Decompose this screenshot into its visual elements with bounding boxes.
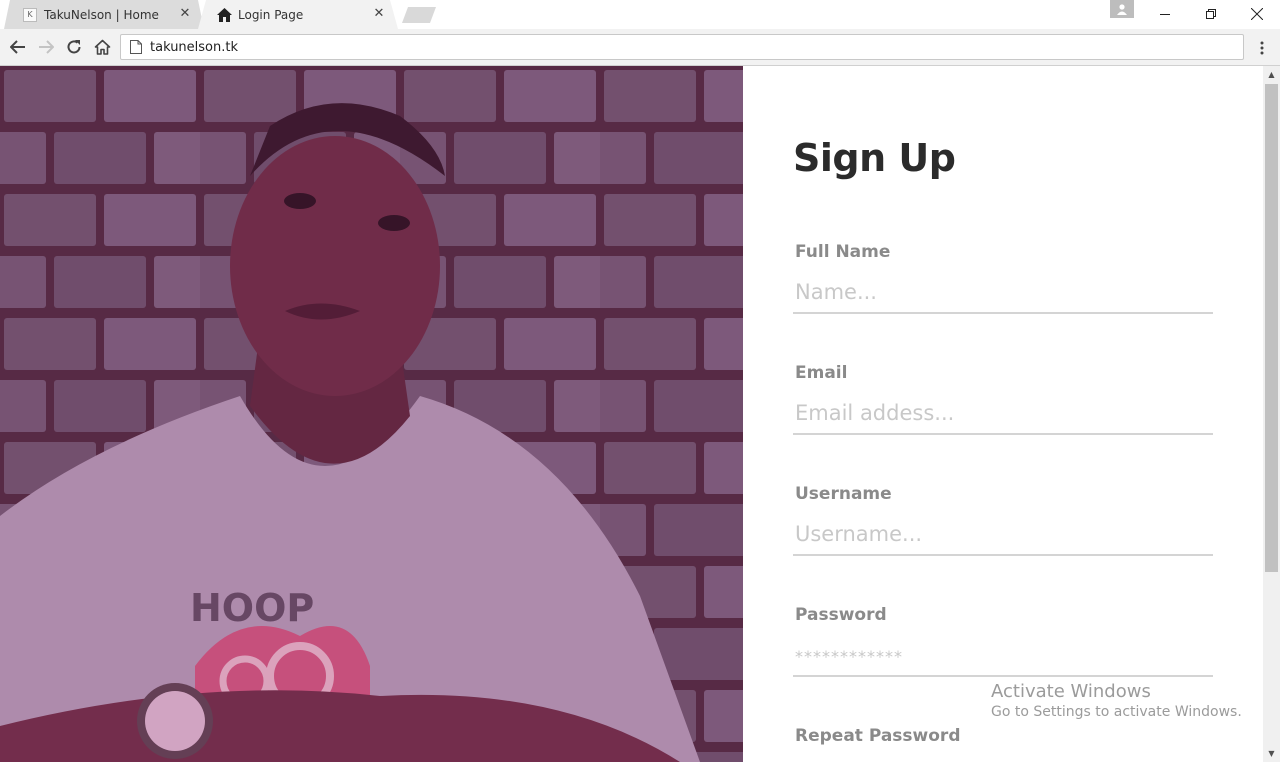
email-group: Email xyxy=(793,363,1213,435)
address-bar[interactable]: takunelson.tk xyxy=(120,34,1244,60)
profile-icon[interactable] xyxy=(1110,0,1134,18)
forward-arrow-icon[interactable] xyxy=(36,37,56,57)
full-name-group: Full Name xyxy=(793,242,1213,314)
repeat-password-input[interactable] xyxy=(793,756,1213,762)
site-favicon-icon: K xyxy=(22,7,38,23)
username-group: Username xyxy=(793,484,1213,556)
minimize-button[interactable] xyxy=(1142,0,1188,28)
username-input[interactable] xyxy=(793,514,1213,556)
close-window-button[interactable] xyxy=(1234,0,1280,28)
signup-form: Sign Up Full Name Email Username Passwor… xyxy=(743,66,1263,762)
home-icon[interactable] xyxy=(92,37,112,57)
new-tab-button[interactable] xyxy=(402,7,436,23)
page-scrollbar[interactable]: ▲ ▼ xyxy=(1263,66,1280,762)
full-name-input[interactable] xyxy=(793,272,1213,314)
scroll-up-arrow-icon[interactable]: ▲ xyxy=(1263,66,1280,83)
profile-photo: HOOP xyxy=(0,66,743,762)
tab-close-icon[interactable]: ✕ xyxy=(178,7,192,21)
form-title: Sign Up xyxy=(793,136,956,180)
scroll-down-arrow-icon[interactable]: ▼ xyxy=(1263,745,1280,762)
scroll-thumb[interactable] xyxy=(1265,84,1278,572)
tab-takunelson-home[interactable]: K TakuNelson | Home ✕ xyxy=(4,0,204,29)
repeat-password-group: Repeat Password xyxy=(793,726,1213,762)
full-name-label: Full Name xyxy=(795,242,891,262)
repeat-password-label: Repeat Password xyxy=(795,726,961,746)
email-input[interactable] xyxy=(793,393,1213,435)
watermark-title: Activate Windows xyxy=(991,681,1151,702)
tab-login-page[interactable]: Login Page ✕ xyxy=(198,0,398,29)
back-arrow-icon[interactable] xyxy=(8,37,28,57)
reload-icon[interactable] xyxy=(64,37,84,57)
window-controls xyxy=(1142,0,1280,28)
browser-toolbar: takunelson.tk xyxy=(0,29,1280,66)
tab-strip: K TakuNelson | Home ✕ Login Page ✕ xyxy=(0,0,1280,31)
password-input[interactable] xyxy=(793,635,1213,677)
tab-title: Login Page xyxy=(238,7,304,22)
restore-button[interactable] xyxy=(1188,0,1234,28)
password-group: Password xyxy=(793,605,1213,677)
tab-title: TakuNelson | Home xyxy=(44,7,159,22)
page-content: HOOP Sign Up Full Name Email Username xyxy=(0,66,1280,762)
home-icon xyxy=(216,7,232,23)
menu-icon[interactable] xyxy=(1252,38,1272,58)
tab-close-icon[interactable]: ✕ xyxy=(372,7,386,21)
password-label: Password xyxy=(795,605,887,625)
email-label: Email xyxy=(795,363,848,383)
url-text: takunelson.tk xyxy=(150,39,239,55)
activate-windows-watermark: Activate Windows Go to Settings to activ… xyxy=(991,681,1242,720)
page-icon xyxy=(130,40,142,54)
username-label: Username xyxy=(795,484,892,504)
watermark-subtitle: Go to Settings to activate Windows. xyxy=(991,704,1242,720)
